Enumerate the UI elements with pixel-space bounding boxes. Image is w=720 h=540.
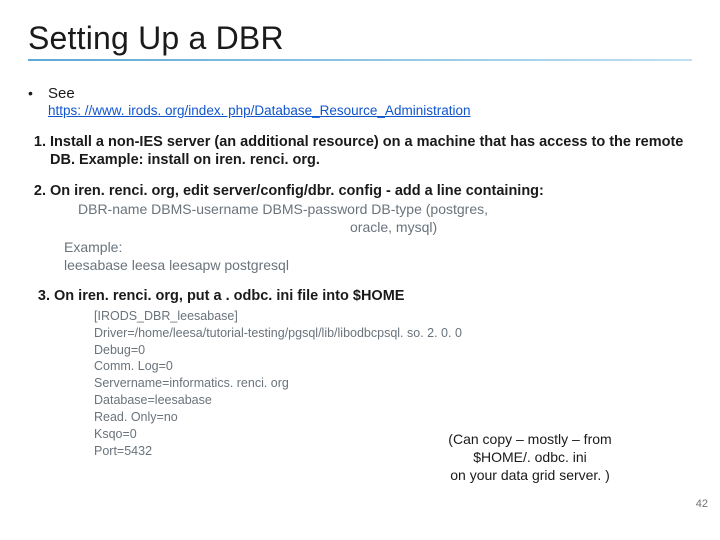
page-title: Setting Up a DBR xyxy=(28,20,692,57)
odbc-line: Servername=informatics. renci. org xyxy=(94,375,692,392)
see-row: • See xyxy=(28,85,692,102)
see-label: See xyxy=(48,85,75,102)
doc-link[interactable]: https: //www. irods. org/index. php/Data… xyxy=(48,103,470,118)
note-line: $HOME/. odbc. ini xyxy=(425,448,635,466)
page-number: 42 xyxy=(696,498,708,510)
bullet-icon: • xyxy=(28,85,48,101)
step-2-syntax-b: oracle, mysql) xyxy=(350,219,692,237)
note-line: on your data grid server. ) xyxy=(425,466,635,484)
odbc-line: Database=leesabase xyxy=(94,392,692,409)
step-2: On iren. renci. org, edit server/config/… xyxy=(50,183,692,274)
title-rule xyxy=(28,59,692,61)
note-line: (Can copy – mostly – from xyxy=(425,430,635,448)
odbc-line: Driver=/home/leesa/tutorial-testing/pgsq… xyxy=(94,325,692,342)
odbc-line: [IRODS_DBR_leesabase] xyxy=(94,308,692,325)
example-label: Example: xyxy=(64,239,692,257)
step-1-text: Install a non-IES server (an additional … xyxy=(50,134,683,168)
example-value: leesabase leesa leesapw postgresql xyxy=(64,257,692,275)
copy-note: (Can copy – mostly – from $HOME/. odbc. … xyxy=(425,430,635,485)
odbc-line: Debug=0 xyxy=(94,342,692,359)
odbc-line: Comm. Log=0 xyxy=(94,358,692,375)
odbc-line: Read. Only=no xyxy=(94,409,692,426)
step-2-syntax-a: DBR-name DBMS-username DBMS-password DB-… xyxy=(78,201,692,219)
steps-list: Install a non-IES server (an additional … xyxy=(28,134,692,460)
slide: Setting Up a DBR • See https: //www. iro… xyxy=(0,0,720,540)
step-1: Install a non-IES server (an additional … xyxy=(50,134,692,169)
step-3-text: On iren. renci. org, put a . odbc. ini f… xyxy=(54,288,404,304)
step-2-text: On iren. renci. org, edit server/config/… xyxy=(50,183,544,199)
